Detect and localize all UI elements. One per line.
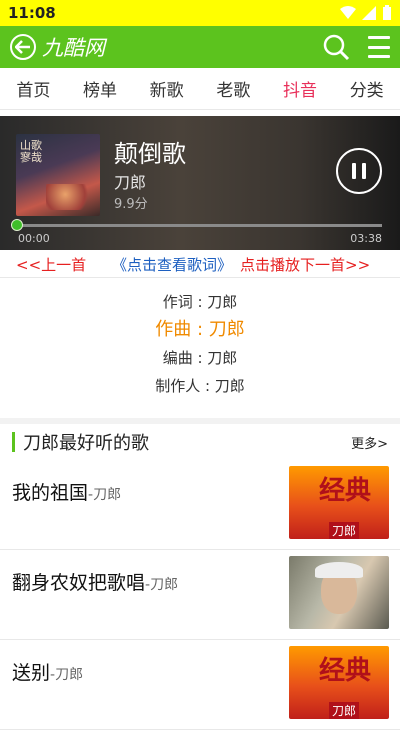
list-item-artist: -刀郎 [145,577,179,593]
playback-links: <<上一首 《点击查看歌词》 点击播放下一首>> [0,252,400,276]
tab-categories[interactable]: 分类 [333,76,400,101]
section-header: 刀郎最好听的歌 更多> [0,424,400,460]
credit-composer: 作曲 : 刀郎 [155,319,245,340]
section-title: 刀郎最好听的歌 [23,433,149,454]
list-item-artist: -刀郎 [88,487,122,503]
song-credits: 作词 : 刀郎 作曲 : 刀郎 编曲 : 刀郎 制作人 : 刀郎 [0,288,400,400]
credit-lyricist: 作词 : 刀郎 [162,293,238,311]
song-score: 9.9分 [114,197,148,212]
status-bar: 11:08 [0,0,400,26]
search-icon[interactable] [322,33,350,61]
status-time: 11:08 [8,4,56,22]
previous-song-link[interactable]: <<上一首 [16,254,86,275]
time-current: 00:00 [18,232,50,245]
pause-button[interactable] [336,148,382,194]
more-link[interactable]: 更多> [351,433,388,452]
time-total: 03:38 [350,232,382,245]
list-item-title: 送别 [12,662,51,684]
view-lyrics-link[interactable]: 《点击查看歌词》 [112,254,232,275]
back-arrow-circle-icon[interactable] [10,34,36,60]
menu-icon[interactable] [368,36,390,58]
tab-charts[interactable]: 榜单 [67,76,134,101]
list-item[interactable]: 我的祖国-刀郎 经典 刀郎 [0,460,400,550]
player-panel: 山歌寥哉 颠倒歌 刀郎 9.9分 [0,116,400,250]
list-item-artist: -刀郎 [50,667,84,683]
next-song-link[interactable]: 点击播放下一首>> [240,254,370,275]
list-item-title: 翻身农奴把歌唱 [12,572,146,594]
album-cover-text: 山歌寥哉 [20,139,42,164]
progress-bar[interactable] [11,219,382,231]
tab-new-songs[interactable]: 新歌 [133,76,200,101]
tab-home[interactable]: 首页 [0,76,67,101]
wifi-icon [340,6,356,19]
tab-old-songs[interactable]: 老歌 [200,76,267,101]
list-item[interactable]: 送别-刀郎 经典 刀郎 [0,640,400,730]
credit-arranger: 编曲 : 刀郎 [162,349,238,367]
app-bar: 九酷网 [0,26,400,68]
list-item[interactable]: 翻身农奴把歌唱-刀郎 [0,550,400,640]
section-accent-bar [12,432,15,452]
signal-icon [362,6,376,20]
status-icons [340,5,392,21]
credit-producer: 制作人 : 刀郎 [155,377,245,395]
list-item-title: 我的祖国 [12,482,89,504]
list-item-thumbnail: 经典 刀郎 [289,466,389,539]
divider [0,277,400,278]
app-title: 九酷网 [42,36,105,60]
progress-knob[interactable] [11,219,23,231]
album-cover: 山歌寥哉 [16,134,100,216]
song-title: 颠倒歌 [114,140,186,168]
list-item-thumbnail [289,556,389,629]
list-item-thumbnail: 经典 刀郎 [289,646,389,719]
song-artist: 刀郎 [114,173,147,192]
category-tabs: 首页 榜单 新歌 老歌 抖音 分类 [0,68,400,110]
battery-icon [383,5,391,20]
tab-douyin[interactable]: 抖音 [267,76,334,101]
